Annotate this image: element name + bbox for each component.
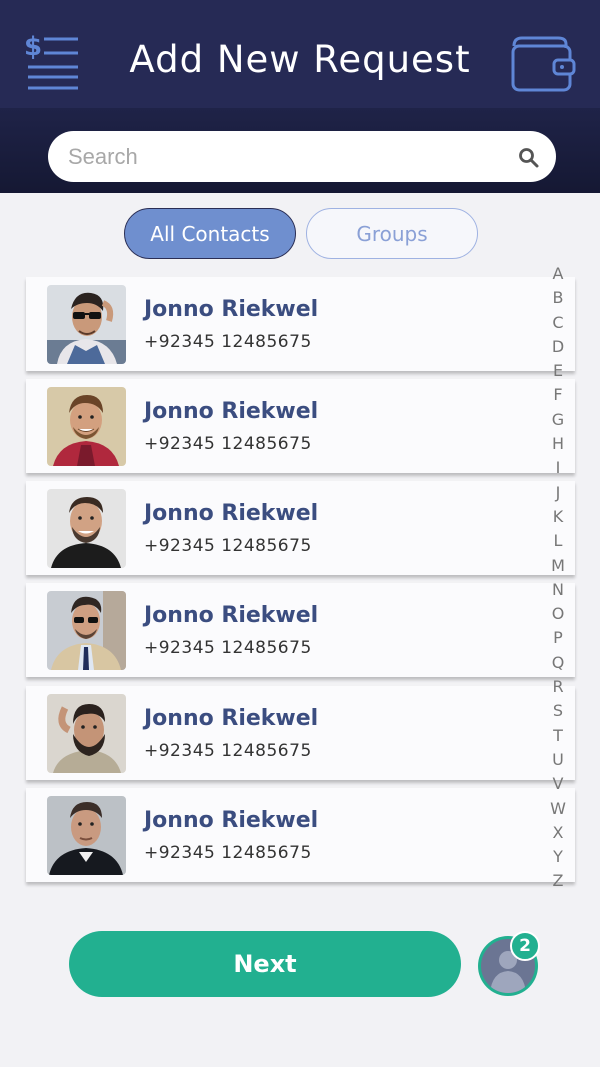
contact-phone: +92345 12485675 bbox=[144, 332, 312, 352]
alphabet-letter-u[interactable]: U bbox=[546, 748, 570, 772]
next-button[interactable]: Next bbox=[69, 931, 461, 997]
contact-avatar bbox=[47, 591, 126, 670]
alphabet-letter-z[interactable]: Z bbox=[546, 869, 570, 893]
alphabet-letter-w[interactable]: W bbox=[546, 797, 570, 821]
contact-avatar bbox=[47, 285, 126, 364]
alphabet-letter-s[interactable]: S bbox=[546, 699, 570, 723]
contact-name: Jonno Riekwel bbox=[144, 399, 319, 424]
contact-name: Jonno Riekwel bbox=[144, 808, 319, 833]
alphabet-letter-y[interactable]: Y bbox=[546, 845, 570, 869]
alphabet-letter-l[interactable]: L bbox=[546, 529, 570, 553]
contact-tabs: All Contacts Groups bbox=[0, 208, 600, 260]
search-input[interactable] bbox=[68, 131, 508, 182]
contact-row[interactable]: Jonno Riekwel +92345 12485675 bbox=[26, 481, 575, 575]
alphabet-index: ABCDEFGHIJKLMNOPQRSTUVWXYZ bbox=[546, 262, 570, 894]
search-icon[interactable] bbox=[518, 147, 540, 174]
alphabet-letter-k[interactable]: K bbox=[546, 505, 570, 529]
selected-count-badge: 2 bbox=[510, 931, 540, 961]
alphabet-letter-p[interactable]: P bbox=[546, 626, 570, 650]
tab-groups[interactable]: Groups bbox=[306, 208, 478, 259]
alphabet-letter-q[interactable]: Q bbox=[546, 651, 570, 675]
alphabet-letter-n[interactable]: N bbox=[546, 578, 570, 602]
contact-phone: +92345 12485675 bbox=[144, 638, 312, 658]
contact-row[interactable]: Jonno Riekwel +92345 12485675 bbox=[26, 277, 575, 371]
alphabet-letter-x[interactable]: X bbox=[546, 821, 570, 845]
alphabet-letter-a[interactable]: A bbox=[546, 262, 570, 286]
wallet-icon[interactable] bbox=[510, 34, 578, 94]
alphabet-letter-b[interactable]: B bbox=[546, 286, 570, 310]
contact-name: Jonno Riekwel bbox=[144, 706, 319, 731]
alphabet-letter-c[interactable]: C bbox=[546, 311, 570, 335]
contact-avatar bbox=[47, 796, 126, 875]
contact-phone: +92345 12485675 bbox=[144, 741, 312, 761]
contact-name: Jonno Riekwel bbox=[144, 297, 319, 322]
alphabet-letter-m[interactable]: M bbox=[546, 554, 570, 578]
contact-name: Jonno Riekwel bbox=[144, 501, 319, 526]
contact-row[interactable]: Jonno Riekwel +92345 12485675 bbox=[26, 686, 575, 780]
alphabet-letter-t[interactable]: T bbox=[546, 724, 570, 748]
alphabet-letter-d[interactable]: D bbox=[546, 335, 570, 359]
alphabet-letter-j[interactable]: J bbox=[546, 481, 570, 505]
contact-row[interactable]: Jonno Riekwel +92345 12485675 bbox=[26, 379, 575, 473]
alphabet-letter-f[interactable]: F bbox=[546, 383, 570, 407]
alphabet-letter-i[interactable]: I bbox=[546, 456, 570, 480]
contact-avatar bbox=[47, 694, 126, 773]
contact-row[interactable]: Jonno Riekwel +92345 12485675 bbox=[26, 788, 575, 882]
alphabet-letter-g[interactable]: G bbox=[546, 408, 570, 432]
alphabet-letter-h[interactable]: H bbox=[546, 432, 570, 456]
contact-phone: +92345 12485675 bbox=[144, 536, 312, 556]
contact-name: Jonno Riekwel bbox=[144, 603, 319, 628]
contact-phone: +92345 12485675 bbox=[144, 843, 312, 863]
contact-avatar bbox=[47, 387, 126, 466]
alphabet-letter-r[interactable]: R bbox=[546, 675, 570, 699]
tab-all-contacts[interactable]: All Contacts bbox=[124, 208, 296, 259]
alphabet-letter-e[interactable]: E bbox=[546, 359, 570, 383]
alphabet-letter-o[interactable]: O bbox=[546, 602, 570, 626]
app-header: $ Add New Request bbox=[0, 0, 600, 108]
alphabet-letter-v[interactable]: V bbox=[546, 772, 570, 796]
contact-row[interactable]: Jonno Riekwel +92345 12485675 bbox=[26, 583, 575, 677]
contact-avatar bbox=[47, 489, 126, 568]
search-field[interactable] bbox=[48, 131, 556, 182]
contact-phone: +92345 12485675 bbox=[144, 434, 312, 454]
